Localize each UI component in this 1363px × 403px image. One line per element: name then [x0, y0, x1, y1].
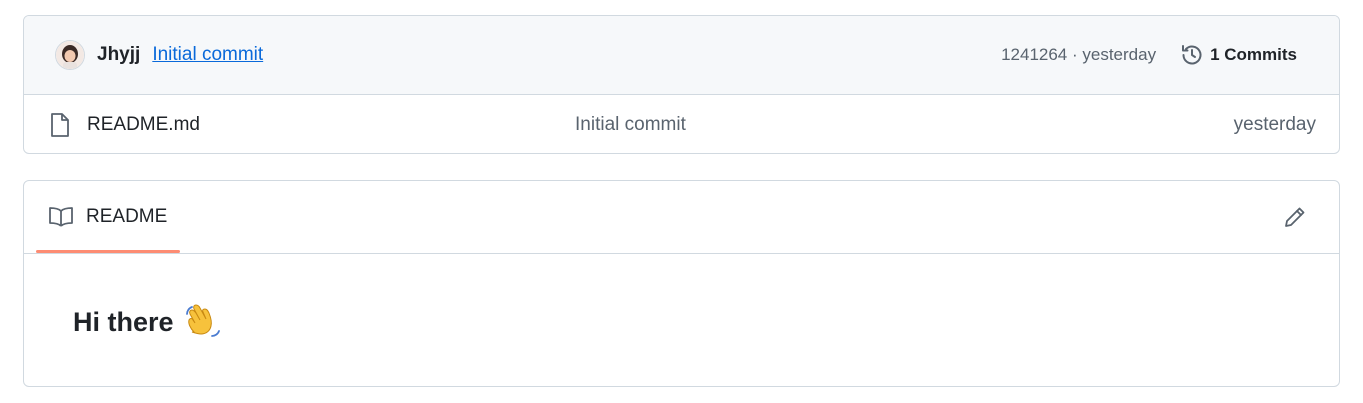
- file-listing-box: Jhyjj Initial commit 1241264 · yesterday…: [23, 15, 1340, 154]
- waving-hand-icon: [184, 304, 220, 340]
- readme-heading: Hi there: [73, 306, 174, 337]
- latest-commit-bar: Jhyjj Initial commit 1241264 · yesterday…: [24, 16, 1339, 95]
- commit-message-link[interactable]: Initial commit: [152, 44, 263, 66]
- readme-header: README: [24, 181, 1339, 254]
- file-name-link[interactable]: README.md: [87, 114, 200, 136]
- file-row[interactable]: README.md Initial commit yesterday: [24, 95, 1339, 153]
- commit-hash-and-time[interactable]: 1241264 · yesterday: [1001, 45, 1156, 65]
- book-icon: [48, 206, 74, 228]
- active-tab-underline: [36, 250, 180, 253]
- readme-tab-label: README: [86, 206, 168, 227]
- file-commit-message-link[interactable]: Initial commit: [575, 114, 686, 136]
- author-avatar[interactable]: [55, 40, 85, 70]
- readme-box: README Hi there: [23, 180, 1340, 387]
- history-icon: [1180, 43, 1204, 67]
- readme-content: Hi there: [24, 254, 1339, 340]
- file-last-modified: yesterday: [1233, 113, 1316, 135]
- commits-count-label: 1 Commits: [1210, 45, 1297, 64]
- tab-readme[interactable]: README: [36, 181, 180, 253]
- pencil-icon: [1283, 205, 1307, 229]
- commit-author[interactable]: Jhyjj: [97, 44, 140, 66]
- edit-readme-button[interactable]: [1281, 203, 1309, 231]
- file-icon: [49, 112, 71, 138]
- commits-history-link[interactable]: 1 Commits: [1180, 43, 1297, 67]
